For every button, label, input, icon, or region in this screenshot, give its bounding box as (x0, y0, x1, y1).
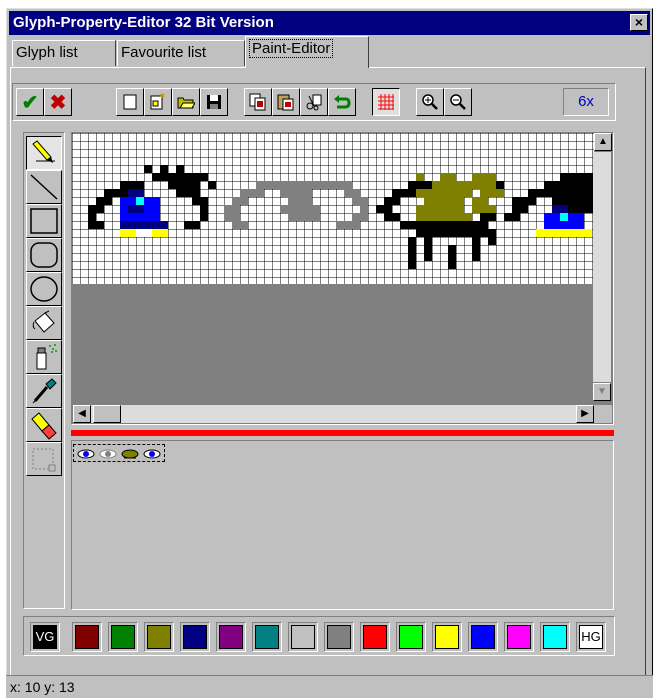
pencil-icon (32, 140, 55, 163)
rounded-rectangle-tool[interactable] (26, 238, 62, 272)
zoom-level: 6x (563, 88, 609, 116)
color-swatch[interactable] (360, 622, 390, 652)
eraser-tool[interactable] (26, 408, 62, 442)
ok-button[interactable]: ✔ (16, 88, 44, 116)
color-swatch[interactable] (108, 622, 138, 652)
fg-label: VG (33, 625, 57, 649)
arrow-right-icon: ▶ (581, 408, 589, 419)
eye-glyphs-preview (77, 449, 161, 459)
rectangle-tool[interactable] (26, 204, 62, 238)
color-swatch[interactable] (288, 622, 318, 652)
background-color-swatch[interactable]: HG (576, 622, 606, 652)
zoom-out-button[interactable] (444, 88, 472, 116)
scroll-corner (594, 405, 612, 423)
eraser-icon (31, 412, 57, 440)
selection-icon (32, 448, 56, 472)
line-tool[interactable] (26, 170, 62, 204)
cancel-button[interactable]: ✖ (44, 88, 72, 116)
fill-tool[interactable] (26, 306, 62, 340)
color-picker-icon (32, 378, 57, 404)
new-from-template-icon (150, 93, 165, 110)
color-picker-tool[interactable] (26, 374, 62, 408)
tab-glyph-list[interactable]: Glyph list (12, 40, 116, 66)
glyph-preview-area (71, 440, 614, 610)
title-bar: Glyph-Property-Editor 32 Bit Version × (9, 11, 650, 35)
horizontal-scroll-thumb[interactable] (93, 405, 121, 423)
color-swatch[interactable] (252, 622, 282, 652)
paste-button[interactable] (272, 88, 300, 116)
color-swatch[interactable] (324, 622, 354, 652)
cut-glyph-icon (306, 94, 322, 111)
tab-label: Glyph list (16, 44, 78, 61)
status-bar: x: 10 y: 13 (6, 675, 653, 698)
cursor-position: x: 10 y: 13 (10, 679, 75, 695)
close-button[interactable]: × (630, 14, 648, 31)
grid-toggle-icon (378, 94, 394, 110)
ok-check-icon: ✔ (21, 91, 39, 114)
selection-tool[interactable] (26, 442, 62, 476)
splitter-bar[interactable] (71, 430, 614, 436)
color-swatch[interactable] (216, 622, 246, 652)
spray-tool[interactable] (26, 340, 62, 374)
color-swatch[interactable] (540, 622, 570, 652)
pencil-tool[interactable] (26, 136, 62, 170)
undo-arrow-icon (334, 95, 351, 109)
window-title: Glyph-Property-Editor 32 Bit Version (13, 14, 274, 31)
tab-favourite-list[interactable]: Favourite list (117, 40, 245, 66)
tab-paint-editor[interactable]: Paint-Editor (245, 36, 369, 68)
preview-selection[interactable] (73, 444, 165, 462)
rectangle-icon (30, 208, 58, 234)
open-button[interactable] (172, 88, 200, 116)
arrow-left-icon: ◀ (78, 408, 86, 419)
cut-button[interactable] (300, 88, 328, 116)
new-template-button[interactable] (144, 88, 172, 116)
undo-button[interactable] (328, 88, 356, 116)
line-icon (30, 174, 58, 200)
ellipse-icon (30, 276, 58, 302)
spray-can-icon (36, 344, 57, 370)
tab-label: Favourite list (121, 44, 207, 61)
horizontal-scrollbar[interactable] (73, 405, 594, 423)
color-swatch[interactable] (432, 622, 462, 652)
scroll-left-button[interactable]: ◀ (73, 405, 91, 423)
scroll-up-button[interactable]: ▲ (594, 133, 612, 151)
color-swatch[interactable] (180, 622, 210, 652)
zoom-in-icon (422, 94, 438, 110)
color-swatch[interactable] (396, 622, 426, 652)
ellipse-tool[interactable] (26, 272, 62, 306)
arrow-down-icon: ▼ (597, 386, 607, 397)
pixel-canvas[interactable]: ▲ (71, 132, 614, 425)
color-swatch[interactable] (144, 622, 174, 652)
color-swatch[interactable] (468, 622, 498, 652)
vertical-scrollbar[interactable] (593, 152, 611, 382)
save-button[interactable] (200, 88, 228, 116)
zoom-out-icon (450, 94, 466, 110)
tab-label: Paint-Editor (249, 39, 334, 58)
scroll-right-button[interactable]: ▶ (576, 405, 594, 423)
cancel-x-icon: ✖ (49, 91, 67, 114)
new-blank-icon (123, 94, 137, 110)
save-disk-icon (207, 95, 221, 109)
rounded-rectangle-icon (30, 242, 58, 268)
scroll-down-button[interactable]: ▼ (593, 383, 611, 401)
new-button[interactable] (116, 88, 144, 116)
bg-label: HG (579, 625, 603, 649)
pixel-canvas-drawing[interactable] (72, 133, 613, 424)
copy-button[interactable] (244, 88, 272, 116)
paste-glyph-icon (277, 94, 294, 111)
zoom-in-button[interactable] (416, 88, 444, 116)
copy-glyph-icon (249, 93, 266, 111)
grid-toggle-button[interactable] (372, 88, 400, 116)
color-swatch[interactable] (504, 622, 534, 652)
fill-bucket-icon (32, 310, 55, 333)
foreground-color-swatch[interactable]: VG (30, 622, 60, 652)
arrow-up-icon: ▲ (598, 136, 608, 147)
open-folder-icon (177, 97, 195, 109)
color-swatch[interactable] (72, 622, 102, 652)
